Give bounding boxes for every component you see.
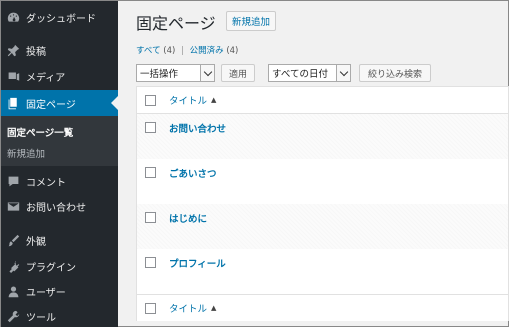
table-footer: タイトル ▲ bbox=[137, 294, 508, 321]
sidebar-item-plugins[interactable]: プラグイン bbox=[1, 253, 118, 279]
table-row: はじめに bbox=[137, 204, 508, 249]
window-frame: ダッシュボード 投稿 メディア 固定ページ 固定ページ一覧 新規追加 コメント … bbox=[0, 0, 509, 327]
row-checkbox[interactable] bbox=[145, 122, 156, 133]
column-label: タイトル bbox=[169, 304, 208, 315]
sidebar-item-tools[interactable]: ツール bbox=[1, 303, 118, 327]
row-title-link[interactable]: ごあいさつ bbox=[169, 166, 217, 180]
dashboard-icon bbox=[6, 10, 20, 24]
sidebar-item-label: ツール bbox=[26, 312, 56, 324]
sidebar-item-dashboard[interactable]: ダッシュボード bbox=[1, 4, 118, 30]
bulk-action-select[interactable]: 一括操作 bbox=[136, 64, 215, 82]
sidebar-item-posts[interactable]: 投稿 bbox=[1, 37, 118, 63]
date-filter-selected: すべての日付 bbox=[272, 69, 328, 80]
add-new-page-button[interactable]: 新規追加 bbox=[226, 11, 277, 31]
date-filter-select[interactable]: すべての日付 bbox=[268, 64, 351, 82]
row-checkbox[interactable] bbox=[145, 167, 156, 178]
pages-table: タイトル ▲ お問い合わせ ごあいさつ はじめに プロフィール タイトル ▲ bbox=[136, 86, 509, 321]
bulk-action-selected: 一括操作 bbox=[140, 69, 179, 80]
select-all-checkbox-footer[interactable] bbox=[145, 302, 156, 314]
table-header: タイトル ▲ bbox=[137, 87, 508, 114]
submenu-item-all-pages[interactable]: 固定ページ一覧 bbox=[7, 125, 73, 139]
filter-published-count: (4) bbox=[226, 46, 239, 56]
page-title: 固定ページ bbox=[136, 14, 216, 33]
mail-icon bbox=[6, 199, 20, 213]
appearance-icon bbox=[6, 233, 20, 247]
row-title-link[interactable]: プロフィール bbox=[169, 256, 226, 270]
plugin-icon bbox=[6, 259, 20, 273]
pin-icon bbox=[6, 43, 20, 57]
title-column-footer[interactable]: タイトル ▲ bbox=[169, 301, 216, 315]
chevron-down-icon bbox=[336, 65, 350, 81]
sidebar-item-label: 外観 bbox=[26, 236, 46, 248]
row-checkbox[interactable] bbox=[145, 257, 156, 268]
row-checkbox[interactable] bbox=[145, 212, 156, 223]
sidebar-item-label: メディア bbox=[26, 72, 66, 84]
sidebar-item-label: 投稿 bbox=[26, 46, 46, 58]
chevron-down-icon bbox=[200, 65, 214, 81]
title-column-header[interactable]: タイトル ▲ bbox=[169, 93, 216, 107]
sidebar-item-label: お問い合わせ bbox=[26, 202, 86, 214]
status-filter-links: すべて (4) | 公開済み (4) bbox=[136, 44, 238, 56]
sidebar-item-media[interactable]: メディア bbox=[1, 63, 118, 89]
sidebar-item-label: ダッシュボード bbox=[26, 13, 96, 25]
row-title-link[interactable]: はじめに bbox=[169, 211, 207, 225]
main-content: 固定ページ 新規追加 すべて (4) | 公開済み (4) 一括操作 適用 すべ… bbox=[118, 1, 509, 327]
filter-all-link[interactable]: すべて bbox=[136, 46, 161, 56]
submenu-item-add-new[interactable]: 新規追加 bbox=[7, 146, 45, 160]
filter-search-button[interactable]: 絞り込み検索 bbox=[359, 64, 431, 82]
pages-submenu: 固定ページ一覧 新規追加 bbox=[1, 116, 118, 166]
sort-ascending-icon: ▲ bbox=[211, 304, 217, 312]
sidebar-item-comments[interactable]: コメント bbox=[1, 168, 118, 194]
sidebar-item-label: 固定ページ bbox=[26, 99, 76, 111]
sidebar-item-appearance[interactable]: 外観 bbox=[1, 227, 118, 253]
comment-icon bbox=[6, 174, 20, 188]
pages-icon bbox=[6, 96, 20, 110]
filter-published-link[interactable]: 公開済み bbox=[190, 46, 224, 56]
filter-separator: | bbox=[181, 46, 184, 56]
sidebar-item-label: プラグイン bbox=[26, 262, 76, 274]
sidebar-item-label: コメント bbox=[26, 177, 66, 189]
column-label: タイトル bbox=[169, 96, 208, 107]
media-icon bbox=[6, 69, 20, 83]
filter-all-count: (4) bbox=[163, 46, 176, 56]
apply-button[interactable]: 適用 bbox=[221, 64, 255, 82]
sidebar-item-users[interactable]: ユーザー bbox=[1, 278, 118, 304]
sidebar-item-label: ユーザー bbox=[26, 287, 66, 299]
select-all-checkbox[interactable] bbox=[145, 94, 156, 106]
table-row: お問い合わせ bbox=[137, 114, 508, 159]
sidebar-item-pages[interactable]: 固定ページ bbox=[1, 90, 118, 116]
tools-icon bbox=[6, 309, 20, 323]
sort-ascending-icon: ▲ bbox=[211, 96, 217, 104]
row-title-link[interactable]: お問い合わせ bbox=[169, 121, 226, 135]
table-row: ごあいさつ bbox=[137, 159, 508, 204]
sidebar-item-contact[interactable]: お問い合わせ bbox=[1, 193, 118, 219]
user-icon bbox=[6, 284, 20, 298]
table-row: プロフィール bbox=[137, 249, 508, 294]
admin-sidebar: ダッシュボード 投稿 メディア 固定ページ 固定ページ一覧 新規追加 コメント … bbox=[1, 1, 118, 327]
